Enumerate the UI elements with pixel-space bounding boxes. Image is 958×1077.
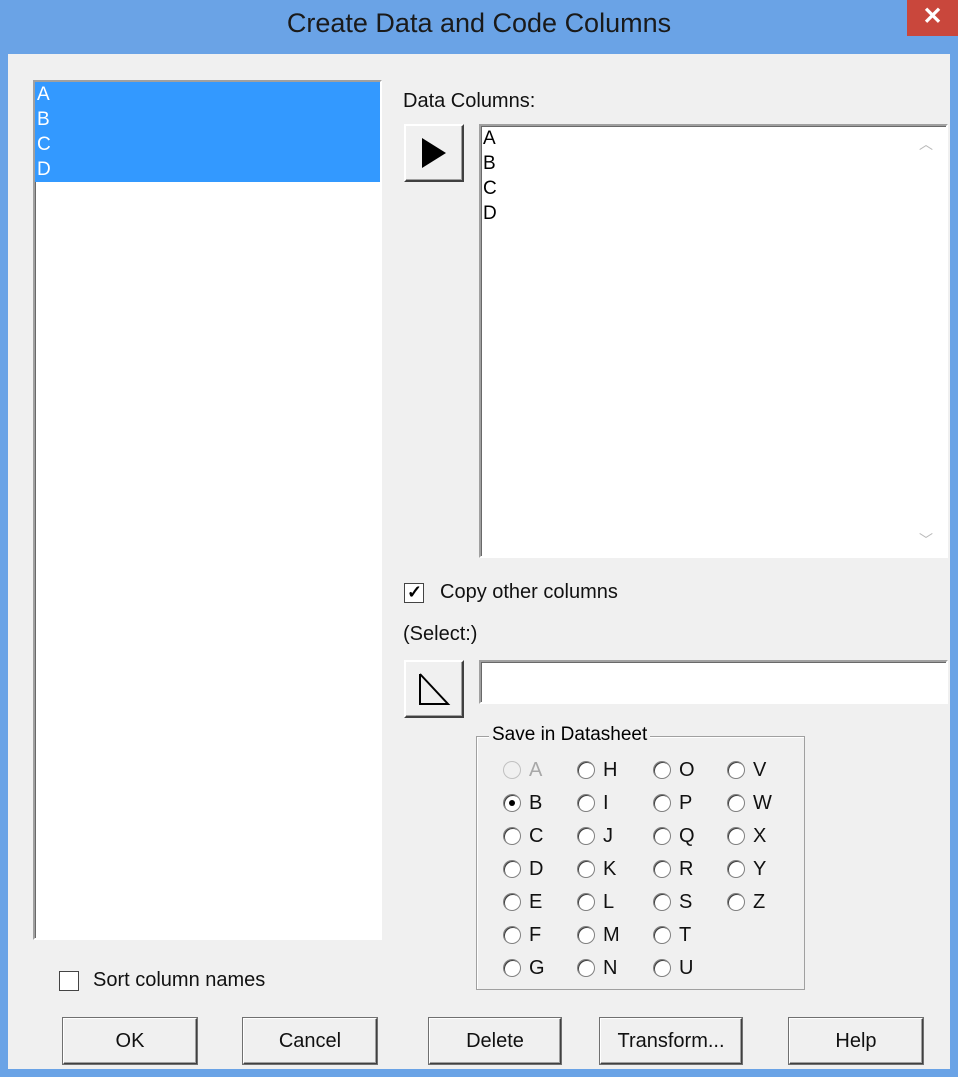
radio-button-icon[interactable] <box>577 893 595 911</box>
help-button[interactable]: Help <box>789 1018 923 1064</box>
dialog-window: Create Data and Code Columns ✕ A B C D D… <box>0 0 958 1077</box>
copy-other-label: Copy other columns <box>440 581 618 603</box>
save-in-datasheet-group: Save in Datasheet A B C D E F G H I J K … <box>476 724 805 990</box>
radio-button-icon[interactable] <box>503 959 521 977</box>
transform-button[interactable]: Transform... <box>600 1018 742 1064</box>
radio-button-icon[interactable] <box>727 794 745 812</box>
radio-selected-dot <box>509 800 515 806</box>
source-list-item[interactable]: D <box>35 157 380 182</box>
radio-button-icon[interactable] <box>653 959 671 977</box>
title-bar[interactable]: Create Data and Code Columns ✕ <box>0 0 958 54</box>
save-in-datasheet-label: Save in Datasheet <box>489 724 651 746</box>
hollow-arrow-icon <box>419 673 451 705</box>
data-columns-label: Data Columns: <box>403 90 536 112</box>
ok-button[interactable]: OK <box>63 1018 197 1064</box>
play-arrow-icon <box>422 138 446 168</box>
close-button[interactable]: ✕ <box>907 0 958 36</box>
radio-button-icon[interactable] <box>653 794 671 812</box>
radio-button-icon[interactable] <box>577 959 595 977</box>
radio-button-icon[interactable] <box>503 926 521 944</box>
sort-column-names-checkbox[interactable] <box>59 971 79 991</box>
radio-button-icon[interactable] <box>577 827 595 845</box>
radio-button-icon[interactable] <box>503 827 521 845</box>
radio-button-icon[interactable] <box>653 893 671 911</box>
dialog-body: A B C D Data Columns: A B C D ︿ ﹀ ✓ Copy… <box>8 54 950 1069</box>
source-column-list[interactable]: A B C D <box>33 80 382 940</box>
data-column-item[interactable]: A <box>481 126 946 151</box>
delete-button[interactable]: Delete <box>429 1018 561 1064</box>
radio-button-icon[interactable] <box>503 860 521 878</box>
radio-button-icon[interactable] <box>503 794 521 812</box>
radio-button-icon[interactable] <box>653 860 671 878</box>
select-input[interactable] <box>479 660 948 704</box>
scroll-down-icon[interactable]: ﹀ <box>919 530 933 550</box>
radio-button-icon[interactable] <box>727 827 745 845</box>
radio-button-icon[interactable] <box>653 926 671 944</box>
window-title: Create Data and Code Columns <box>286 8 672 38</box>
data-column-item[interactable]: C <box>481 176 946 201</box>
radio-button-icon[interactable] <box>727 893 745 911</box>
add-data-columns-button[interactable] <box>404 124 464 182</box>
sort-column-names-label: Sort column names <box>93 969 266 991</box>
scroll-up-icon[interactable]: ︿ <box>919 134 933 154</box>
select-label: (Select:) <box>403 623 478 645</box>
data-columns-list[interactable]: A B C D ︿ ﹀ <box>479 124 948 558</box>
cancel-button[interactable]: Cancel <box>243 1018 377 1064</box>
data-column-item[interactable]: D <box>481 201 946 226</box>
radio-button-icon[interactable] <box>577 761 595 779</box>
radio-button-icon[interactable] <box>653 827 671 845</box>
copy-other-checkbox[interactable]: ✓ <box>404 582 424 603</box>
source-list-item[interactable]: A <box>35 82 380 107</box>
radio-button-icon <box>503 761 521 779</box>
data-column-item[interactable]: B <box>481 151 946 176</box>
radio-button-icon[interactable] <box>577 860 595 878</box>
radio-button-icon[interactable] <box>577 794 595 812</box>
source-list-item[interactable]: C <box>35 132 380 157</box>
radio-button-icon[interactable] <box>727 860 745 878</box>
radio-button-icon[interactable] <box>577 926 595 944</box>
radio-button-icon[interactable] <box>653 761 671 779</box>
check-mark-icon: ✓ <box>407 582 423 602</box>
radio-button-icon[interactable] <box>727 761 745 779</box>
source-list-item[interactable]: B <box>35 107 380 132</box>
radio-button-icon[interactable] <box>503 893 521 911</box>
add-select-column-button[interactable] <box>404 660 464 718</box>
